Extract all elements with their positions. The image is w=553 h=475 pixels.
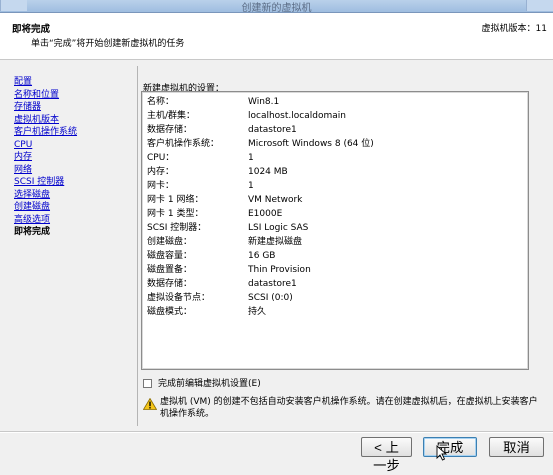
nav-item-network[interactable]: 网络	[14, 164, 134, 177]
page-title: 即将完成	[12, 24, 51, 35]
back-button[interactable]: < 上一步	[361, 437, 412, 473]
page-subtitle: 单击“完成”将开始创建新虚拟机的任务	[31, 39, 185, 49]
nav-item-vm-version[interactable]: 虚拟机版本	[14, 114, 134, 127]
warning-note: 虚拟机 (VM) 的创建不包括自动安装客户机操作系统。请在创建虚拟机后，在虚拟机…	[143, 396, 543, 422]
finish-button[interactable]: 完成	[423, 437, 477, 457]
footer-separator	[0, 431, 553, 433]
nav-item-config[interactable]: 配置	[14, 76, 134, 89]
window-titlebar[interactable]: 创建新的虚拟机	[0, 0, 553, 14]
warning-text: 虚拟机 (VM) 的创建不包括自动安装客户机操作系统。请在创建虚拟机后，在虚拟机…	[160, 397, 538, 419]
nav-item-storage[interactable]: 存储器	[14, 101, 134, 114]
warning-icon	[143, 398, 157, 410]
nav-item-ready-to-complete: 即将完成	[14, 227, 51, 237]
mouse-pointer-icon	[436, 445, 448, 461]
wizard-steps-nav: 配置 名称和位置 存储器 虚拟机版本 客户机操作系统 CPU 内存 网络 SCS…	[14, 76, 134, 239]
cancel-button[interactable]: 取消	[489, 437, 544, 457]
nav-item-guest-os[interactable]: 客户机操作系统	[14, 126, 134, 139]
nav-item-scsi-controller[interactable]: SCSI 控制器	[14, 176, 134, 189]
settings-summary-box[interactable]: 名称： Win8.1 主机/群集： localhost.localdomain 数据…	[141, 91, 529, 370]
nav-item-select-disk[interactable]: 选择磁盘	[14, 189, 134, 202]
nav-item-create-disk[interactable]: 创建磁盘	[14, 201, 134, 214]
nav-item-memory[interactable]: 内存	[14, 151, 134, 164]
window-control-left[interactable]	[0, 0, 27, 11]
vm-version-label: 虚拟机版本：11	[481, 24, 547, 34]
window-control-right[interactable]	[526, 0, 553, 11]
edit-settings-checkbox-label: 完成前编辑虚拟机设置(E)	[158, 379, 261, 389]
nav-item-cpu[interactable]: CPU	[14, 139, 134, 152]
edit-settings-checkbox[interactable]	[143, 379, 152, 388]
window-title: 创建新的虚拟机	[241, 3, 312, 14]
nav-item-advanced-options[interactable]: 高级选项	[14, 214, 134, 227]
nav-item-name-location[interactable]: 名称和位置	[14, 89, 134, 102]
vertical-divider	[137, 66, 138, 426]
wizard-header: 即将完成 单击“完成”将开始创建新虚拟机的任务 虚拟机版本：11	[0, 13, 553, 60]
